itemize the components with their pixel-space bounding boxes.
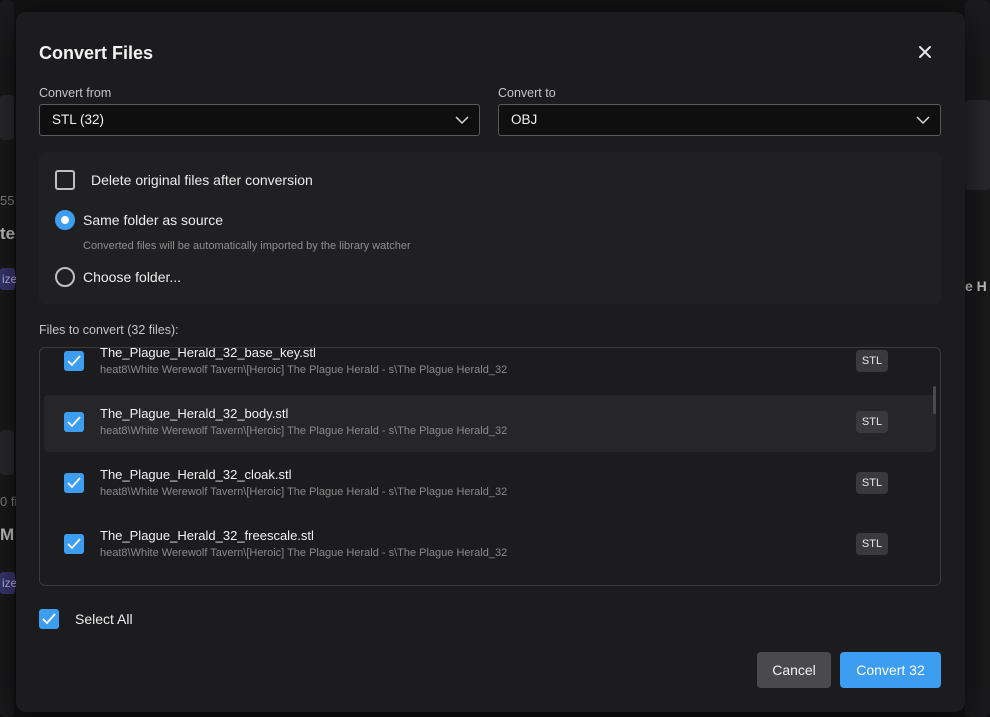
convert-button[interactable]: Convert 32 [840, 652, 941, 688]
choose-folder-radio[interactable] [55, 267, 75, 287]
file-row[interactable]: The_Plague_Herald_32_freescale.stl heat8… [44, 517, 936, 574]
file-name: The_Plague_Herald_32_body.stl [100, 406, 289, 421]
file-list[interactable]: The_Plague_Herald_32_base_key.stl heat8\… [39, 347, 941, 586]
file-path: heat8\White Werewolf Tavern\[Heroic] The… [100, 486, 508, 498]
file-checkbox[interactable] [64, 351, 84, 371]
check-icon [42, 613, 56, 625]
bg-thumbnail [0, 95, 14, 140]
file-path: heat8\White Werewolf Tavern\[Heroic] The… [100, 364, 508, 376]
convert-to-value: OBJ [511, 112, 538, 127]
file-format-badge: STL [856, 472, 888, 494]
check-icon [67, 477, 81, 489]
same-folder-hint: Converted files will be automatically im… [83, 240, 411, 252]
choose-folder-label: Choose folder... [83, 269, 182, 285]
bg-thumbnail [965, 100, 990, 190]
convert-to-select[interactable]: OBJ [498, 104, 941, 136]
file-name: The_Plague_Herald_32_base_key.stl [100, 347, 316, 360]
file-format-badge: STL [856, 533, 888, 555]
file-checkbox[interactable] [64, 534, 84, 554]
convert-to-label: Convert to [498, 86, 556, 100]
same-folder-label: Same folder as source [83, 212, 224, 228]
file-name: The_Plague_Herald_32_freescale.stl [100, 528, 314, 543]
close-button[interactable] [914, 41, 936, 63]
bg-tag: ize [0, 572, 17, 594]
convert-from-value: STL (32) [52, 112, 105, 127]
bg-thumbnail [0, 430, 14, 475]
chevron-down-icon [916, 116, 930, 125]
convert-from-select[interactable]: STL (32) [39, 104, 480, 136]
file-path: heat8\White Werewolf Tavern\[Heroic] The… [100, 547, 508, 559]
check-icon [67, 538, 81, 550]
delete-original-checkbox[interactable] [55, 170, 75, 190]
bg-tag: ize [0, 268, 17, 290]
dialog-title: Convert Files [39, 43, 154, 63]
bg-text: e H [965, 278, 987, 294]
check-icon [67, 416, 81, 428]
file-format-badge: STL [856, 350, 888, 372]
check-icon [67, 355, 81, 367]
conversion-options-panel: Delete original files after conversion S… [39, 152, 941, 304]
same-folder-radio[interactable] [55, 210, 75, 230]
cancel-button[interactable]: Cancel [757, 652, 831, 688]
files-to-convert-label: Files to convert (32 files): [39, 323, 179, 337]
bg-text: te [0, 224, 16, 243]
file-row[interactable]: The_Plague_Herald_32_base_key.stl heat8\… [44, 347, 936, 391]
close-icon [919, 46, 931, 58]
file-row[interactable]: The_Plague_Herald_32_body.stl heat8\Whit… [44, 395, 936, 452]
file-format-badge: STL [856, 411, 888, 433]
convert-from-label: Convert from [39, 86, 112, 100]
file-list-scrollbar[interactable] [933, 386, 936, 414]
file-path: heat8\White Werewolf Tavern\[Heroic] The… [100, 425, 508, 437]
select-all-label: Select All [75, 611, 133, 627]
delete-original-label: Delete original files after conversion [91, 172, 313, 188]
file-checkbox[interactable] [64, 412, 84, 432]
chevron-down-icon [455, 116, 469, 125]
convert-files-dialog: Convert Files Convert from STL (32) Conv… [16, 12, 965, 712]
bg-text: M [0, 525, 15, 544]
file-checkbox[interactable] [64, 473, 84, 493]
file-name: The_Plague_Herald_32_cloak.stl [100, 467, 292, 482]
select-all-checkbox[interactable] [39, 609, 59, 629]
file-row[interactable]: The_Plague_Herald_32_cloak.stl heat8\Whi… [44, 456, 936, 513]
